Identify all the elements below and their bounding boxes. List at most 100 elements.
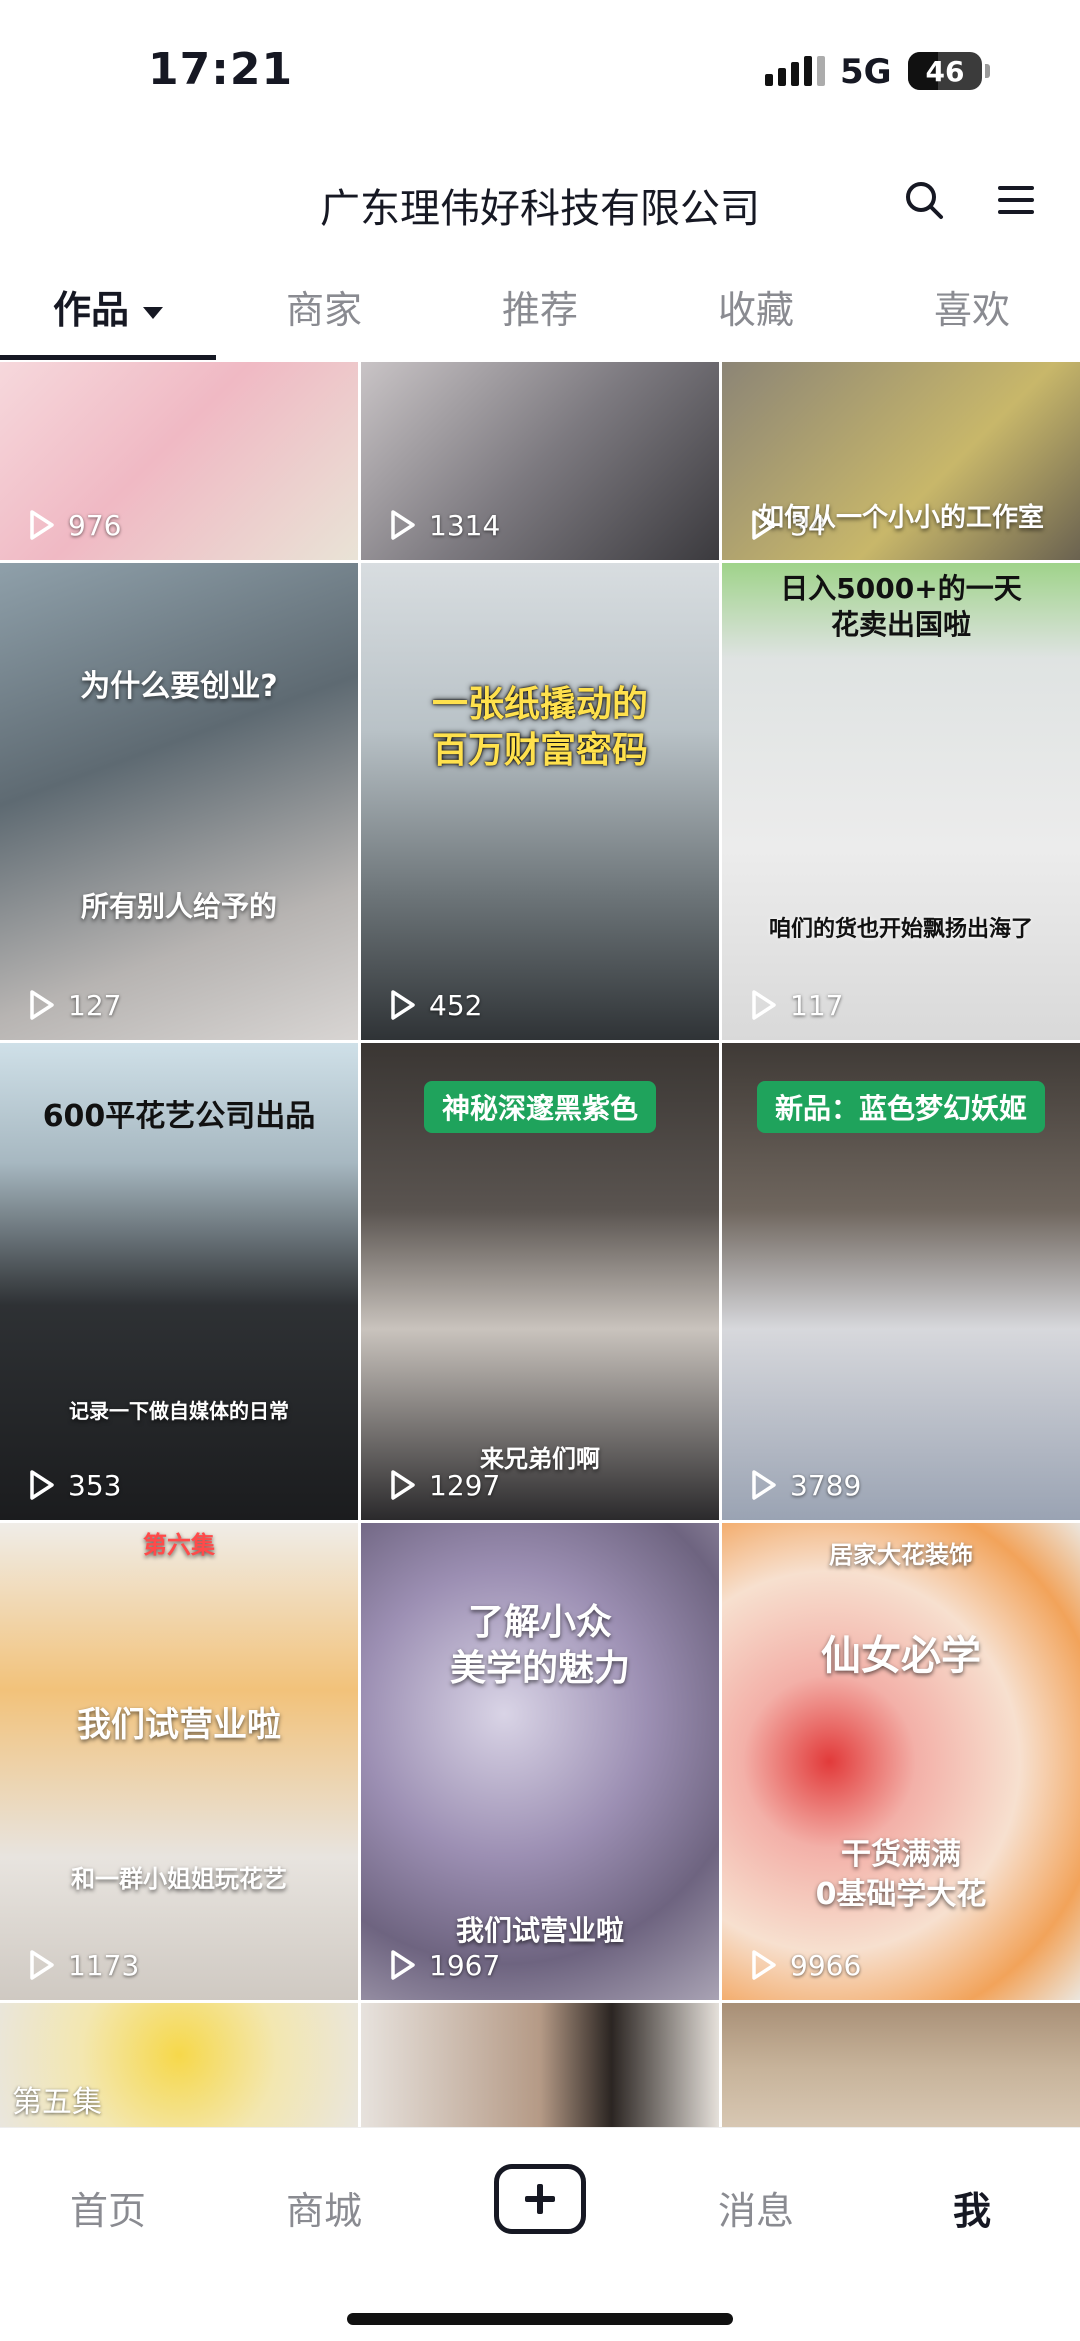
play-count-text: 117 [790, 988, 844, 1022]
search-icon[interactable] [900, 176, 948, 224]
video-thumbnail[interactable]: 一张纸撬动的 百万财富密码 452 [361, 563, 719, 1040]
thumbnail-image [722, 1523, 1080, 2000]
video-caption: 咱们的货也开始飘扬出海了 [768, 917, 1033, 942]
play-count: 34 [746, 508, 826, 542]
bottom-nav: 首页 商城 消息 我 [0, 2127, 1080, 2341]
play-count: 353 [24, 1468, 121, 1502]
nav-messages[interactable]: 消息 [648, 2180, 864, 2235]
play-icon [391, 1470, 415, 1500]
status-time: 17:21 [148, 44, 294, 95]
video-caption: 0基础学大花 [815, 1877, 987, 1912]
video-overlay-text: 美学的魅力 [449, 1648, 630, 1689]
play-count-text: 1297 [429, 1468, 501, 1502]
video-label: 新品：蓝色梦幻妖姬 [756, 1081, 1045, 1133]
play-count: 117 [746, 988, 843, 1022]
battery-icon: 46 [908, 52, 982, 90]
video-overlay-text: 我们试营业啦 [77, 1705, 281, 1745]
tab-favorites[interactable]: 收藏 [648, 270, 864, 360]
video-thumbnail[interactable]: 居家大花装饰 仙女必学 干货满满 0基础学大花 9966 [722, 1523, 1080, 2000]
video-overlay-text: 花卖出国啦 [830, 608, 971, 641]
tab-label: 商家 [285, 288, 362, 332]
play-count-text: 34 [790, 508, 826, 542]
play-icon [30, 1950, 54, 1980]
video-overlay-text: 一张纸撬动的 [431, 684, 648, 725]
signal-icon [765, 56, 825, 86]
plus-icon [525, 2184, 555, 2214]
thumbnail-image [722, 2003, 1080, 2133]
video-overlay-text: 为什么要创业? [80, 669, 278, 704]
play-count: 1173 [24, 1948, 139, 1982]
thumbnail-image [0, 1523, 358, 2000]
caret-down-icon [143, 306, 163, 319]
video-caption: 干货满满 [841, 1837, 961, 1872]
tab-label: 作品 [52, 288, 129, 332]
video-thumbnail[interactable]: 600平花艺公司出品 记录一下做自媒体的日常 353 [0, 1043, 358, 1520]
play-count: 452 [385, 988, 482, 1022]
play-count-text: 3789 [790, 1468, 862, 1502]
video-thumbnail[interactable]: 神秘深邃黑紫色 来兄弟们啊 1297 [361, 1043, 719, 1520]
video-thumbnail[interactable]: 了解小众 美学的魅力 我们试营业啦 1967 [361, 1523, 719, 2000]
battery-tip [985, 64, 990, 78]
play-icon [30, 1470, 54, 1500]
video-overlay-text: 日入5000+的一天 [780, 572, 1022, 605]
play-icon [752, 990, 776, 1020]
play-count-text: 452 [429, 988, 483, 1022]
status-bar: 17:21 5G 46 [0, 0, 1080, 140]
tab-label: 推荐 [501, 288, 578, 332]
video-thumbnail[interactable]: 日入5000+的一天 花卖出国啦 咱们的货也开始飘扬出海了 117 [722, 563, 1080, 1040]
video-overlay-text: 百万财富密码 [431, 730, 648, 771]
create-button[interactable] [494, 2164, 586, 2234]
video-thumbnail[interactable]: 976 [0, 362, 358, 560]
tab-likes[interactable]: 喜欢 [864, 270, 1080, 360]
tab-works[interactable]: 作品 [0, 270, 216, 360]
tab-label: 收藏 [717, 288, 794, 332]
nav-me[interactable]: 我 [864, 2180, 1080, 2235]
network-label: 5G [840, 52, 892, 92]
play-count: 1297 [385, 1468, 500, 1502]
play-count-text: 1967 [429, 1948, 501, 1982]
play-icon [752, 510, 776, 540]
play-icon [391, 510, 415, 540]
video-thumbnail[interactable]: 第六集 我们试营业啦 和一群小姐姐玩花艺 1173 [0, 1523, 358, 2000]
tab-recommend[interactable]: 推荐 [432, 270, 648, 360]
profile-tabs: 作品 商家 推荐 收藏 喜欢 [0, 270, 1080, 360]
play-count-text: 127 [68, 988, 122, 1022]
video-thumbnail[interactable]: 为什么要创业? 所有别人给予的 127 [0, 563, 358, 1040]
video-top-label: 居家大花装饰 [829, 1541, 973, 1569]
nav-mall[interactable]: 商城 [216, 2180, 432, 2235]
play-count-text: 976 [68, 508, 122, 542]
header-actions [900, 176, 1040, 224]
thumbnail-image [0, 563, 358, 1040]
play-count: 127 [24, 988, 121, 1022]
video-caption: 记录一下做自媒体的日常 [69, 1399, 289, 1423]
video-overlay-text: 600平花艺公司出品 [42, 1099, 316, 1134]
play-icon [30, 510, 54, 540]
play-count-text: 9966 [790, 1948, 862, 1982]
tab-merchant[interactable]: 商家 [216, 270, 432, 360]
video-caption: 和一群小姐姐玩花艺 [71, 1865, 287, 1893]
video-thumbnail[interactable]: 1314 [361, 362, 719, 560]
play-count-text: 1314 [429, 508, 501, 542]
play-count: 976 [24, 508, 121, 542]
play-count: 9966 [746, 1948, 861, 1982]
play-count: 1314 [385, 508, 500, 542]
video-thumbnail[interactable] [361, 2003, 719, 2133]
play-icon [752, 1950, 776, 1980]
play-count: 3789 [746, 1468, 861, 1502]
nav-home[interactable]: 首页 [0, 2180, 216, 2235]
video-thumbnail[interactable]: 第五集 [0, 2003, 358, 2133]
play-icon [391, 990, 415, 1020]
video-thumbnail[interactable]: 如何从一个小小的工作室 34 [722, 362, 1080, 560]
video-grid: 976 1314 如何从一个小小的工作室 34 为什么要创业? 所有别人给予的 … [0, 362, 1080, 2133]
tab-label: 喜欢 [933, 288, 1010, 332]
video-thumbnail[interactable] [722, 2003, 1080, 2133]
thumbnail-image [361, 563, 719, 1040]
video-overlay-text: 了解小众 [467, 1602, 612, 1643]
video-label: 神秘深邃黑紫色 [423, 1081, 656, 1133]
play-count: 1967 [385, 1948, 500, 1982]
video-top-label: 第五集 [12, 2085, 102, 2120]
play-icon [752, 1470, 776, 1500]
video-caption: 我们试营业啦 [455, 1914, 624, 1947]
video-thumbnail[interactable]: 新品：蓝色梦幻妖姬 3789 [722, 1043, 1080, 1520]
menu-icon[interactable] [992, 176, 1040, 224]
